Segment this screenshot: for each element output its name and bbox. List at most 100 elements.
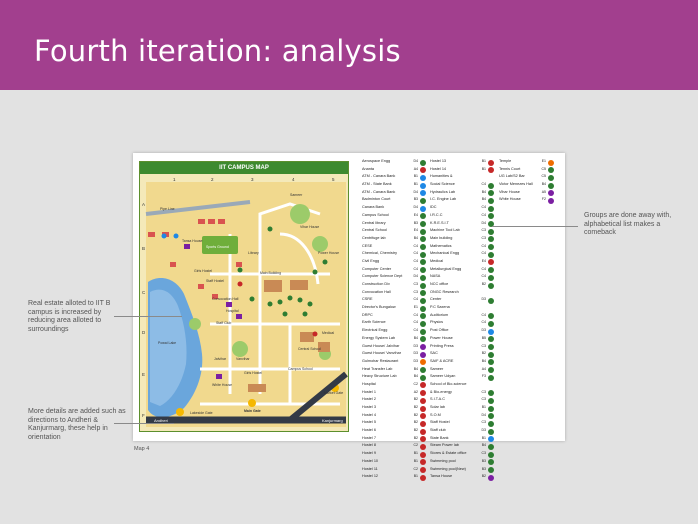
index-entry-name: Staff Hostel (430, 420, 450, 425)
index-entry-code: B1 (413, 458, 418, 463)
index-entry-marker-icon (420, 405, 426, 412)
index-entry: Convocation Hall C3 (362, 290, 426, 298)
index-entry-marker-icon (420, 459, 426, 466)
index-entry-marker-icon (548, 159, 554, 166)
index-entry-code: C4 (481, 212, 486, 217)
index-entry-name: Hostel 6 (362, 428, 376, 433)
index-entry-name: Humanities & (430, 174, 453, 179)
index-entry-marker-icon (420, 259, 426, 266)
index-entry-code: C4 (413, 312, 418, 317)
index-entry-name: S.O.M (430, 412, 441, 417)
index-entry-code: B3 (413, 197, 418, 202)
index-entry: Energy System Lab B4 (362, 336, 426, 344)
index-entry: Steam Power lab B4 (430, 443, 494, 451)
index-entry-name: Computer Science Dept (362, 274, 403, 279)
index-entry: Hostel 12 B1 (362, 474, 426, 482)
index-entry-code: C5 (541, 174, 546, 179)
svg-text:Tansa House: Tansa House (182, 239, 202, 243)
index-entry-code: B2 (481, 351, 486, 356)
index-entry-code: D3 (481, 297, 486, 302)
index-entry-marker-icon (488, 167, 494, 174)
index-entry-name: Printing Press (430, 343, 454, 348)
index-entry-name: Victor Menezes Hall (499, 182, 533, 187)
index-entry-marker-icon (420, 297, 426, 304)
index-entry-code: C3 (413, 289, 418, 294)
row-label: E (142, 372, 146, 377)
index-entry: Hostel 5 B2 (362, 420, 426, 428)
row-label: C (142, 290, 146, 295)
index-entry-code: B2 (413, 435, 418, 440)
index-entry-marker-icon (420, 451, 426, 458)
index-entry-name: Earth Science (362, 320, 386, 325)
index-entry-marker-icon (488, 351, 494, 358)
index-entry-marker-icon (488, 405, 494, 412)
index-entry-marker-icon (420, 197, 426, 204)
index-entry-code: D4 (413, 274, 418, 279)
index-entry-name: Badminton Court (362, 197, 391, 202)
index-entry-name: Hostel 14 (430, 166, 447, 171)
index-entry-marker-icon (488, 344, 494, 350)
index-entry: Solar lab B1 (430, 405, 494, 413)
index-entry-code: C4 (481, 182, 486, 187)
index-entry: Hostel 10 B1 (362, 459, 426, 467)
index-entry-code: C3 (481, 228, 486, 233)
index-entry-marker-icon (488, 428, 494, 435)
index-entry: Electrical Engg C4 (362, 328, 426, 336)
index-column-3: Temple E1 Tennis Court C5 UG Lab/S2 Bar C5 Vic… (499, 159, 554, 205)
index-entry: Swimming pool B3 (430, 459, 494, 467)
index-entry-marker-icon (420, 274, 426, 281)
index-entry-name: Mechanical Engg (430, 251, 460, 256)
index-entry: Humanities & (430, 174, 494, 182)
index-entry-marker-icon (420, 167, 426, 174)
index-entry-name: School of Bio-science (430, 381, 467, 386)
index-entry-name: Swimming pool(New) (430, 466, 466, 471)
index-entry: Badminton Court B3 (362, 197, 426, 205)
col-label: 1 (173, 177, 176, 182)
index-entry-code: E4 (413, 228, 418, 233)
index-entry-code: B2 (413, 428, 418, 433)
annotation-right: Groups are done away with, alphabetical … (584, 212, 672, 236)
index-entry: Tennis Court C5 (499, 167, 554, 175)
index-entry-code: C3 (481, 343, 486, 348)
slide-title: Fourth iteration: analysis (34, 34, 401, 68)
index-entry-name: Hostel 10 (362, 458, 379, 463)
index-entry-name: CSRE (362, 297, 373, 302)
index-entry: Hostel 9 B1 (362, 451, 426, 459)
index-entry: Sameer Udyan F3 (430, 374, 494, 382)
index-entry-code: C4 (413, 251, 418, 256)
index-entry: Chemical, Chemistry C4 (362, 251, 426, 259)
index-entry: Hostel 3 B2 (362, 405, 426, 413)
index-entry-marker-icon (548, 182, 554, 189)
index-entry-code: A4 (413, 166, 418, 171)
index-entry-name: Tennis Court (499, 166, 521, 171)
index-entry: Guest House/ Vanvihar D3 (362, 351, 426, 359)
svg-text:Main Building: Main Building (260, 271, 281, 275)
index-entry: Aerospace Engg D4 (362, 159, 426, 167)
index-entry-name: S.I.T.A.C (430, 397, 445, 402)
index-entry-name: IDC (430, 205, 437, 210)
index-entry-marker-icon (420, 174, 426, 181)
index-entry-code: B2 (413, 420, 418, 425)
campus-map: IIT CAMPUS MAP Andheri Kanjurmarg Pipe L… (139, 161, 349, 432)
index-entry: ONGC Research (430, 290, 494, 298)
index-entry: CSRE C4 (362, 297, 426, 305)
index-entry-code: B4 (413, 335, 418, 340)
annotation-line-left-1 (114, 316, 182, 317)
index-entry: Social Science C4 (430, 182, 494, 190)
index-entry-code: B4 (413, 366, 418, 371)
index-entry: Printing Press C3 (430, 344, 494, 352)
index-entry-code: D3 (413, 351, 418, 356)
index-entry-marker-icon (488, 274, 494, 281)
index-entry-code: B4 (481, 443, 486, 448)
index-entry-code: B4 (481, 197, 486, 202)
col-label: 3 (251, 177, 254, 182)
index-entry: ATM - Canara Bank D4 (362, 190, 426, 198)
index-entry: Gulmohar Restaurant D3 (362, 359, 426, 367)
index-entry-name: ATM - State Bank (362, 182, 392, 187)
index-entry-name: Civil Engg (362, 258, 380, 263)
index-entry-marker-icon (420, 228, 426, 235)
index-entry-code: B4 (413, 374, 418, 379)
index-entry: Victor Menezes Hall B4 (499, 182, 554, 190)
index-entry-marker-icon (420, 251, 426, 258)
index-entry: ATM - State Bank B1 (362, 182, 426, 190)
